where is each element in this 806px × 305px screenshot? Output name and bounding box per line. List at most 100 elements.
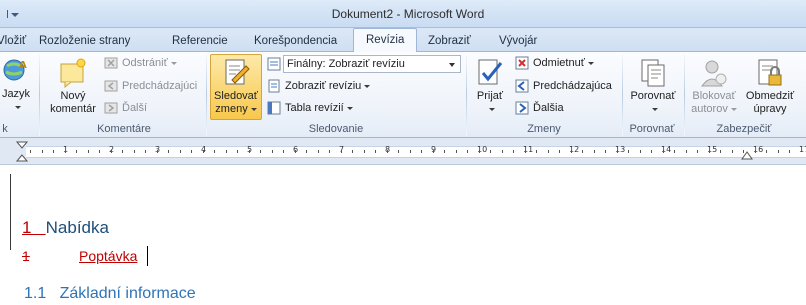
ruler-tick [617,150,618,153]
ruler-tick [237,150,238,153]
chevron-down-icon [364,84,371,88]
previous-comment-icon [104,79,118,93]
ruler-tick [732,150,733,153]
block-authors-button[interactable]: Blokovať autorov [688,58,740,116]
ruler-tick [76,150,77,153]
delete-comment-icon [104,56,118,70]
ruler-tick [272,150,273,153]
reviewing-pane-button[interactable]: Tabla revízií [267,101,353,115]
ruler-tick [122,150,123,153]
previous-change-button[interactable]: Predchádzajúca [515,79,612,93]
inserted-text[interactable]: Poptávka [79,248,137,264]
indent-marker-icon[interactable] [16,141,28,163]
ruler-tick [778,150,779,153]
tab-references[interactable]: Referencie [172,32,228,52]
chevron-down-icon [14,105,21,109]
ruler-tick [295,150,296,153]
horizontal-ruler[interactable]: 11234567891011121314151617 [0,138,806,165]
reject-icon [515,56,529,70]
ruler-tick [226,150,227,153]
ruler-tick [548,150,549,153]
ruler-tick [99,150,100,153]
ruler-strip [26,146,806,158]
reject-button[interactable]: Odmietnuť [515,56,594,70]
language-button[interactable]: A Jazyk [0,56,32,114]
ruler-tick [479,150,480,153]
next-change-icon [515,101,529,115]
previous-comment-button[interactable]: Predchádzajúci [104,79,197,93]
ruler-tick [456,150,457,153]
window-title: Dokument2 - Microsoft Word [331,7,485,21]
new-comment-icon [59,58,87,89]
heading-1-text: Nabídka [45,218,109,237]
tab-review[interactable]: Revízia [353,28,418,53]
ruler-tick [375,150,376,153]
group-label-compare: Porovnať [629,123,675,135]
ruler-tick [640,150,641,153]
new-comment-button[interactable]: Nový komentár [45,58,101,116]
show-markup-icon [267,79,281,93]
ruler-tick [686,150,687,153]
track-changes-button[interactable]: Sledovať zmeny [210,54,262,120]
ruler-tick [743,150,744,153]
group-label-tracking: Sledovanie [308,123,364,135]
ruler-tick [697,150,698,153]
ruler-tick [709,150,710,153]
ruler-tick [755,150,756,153]
ruler-tick [364,150,365,153]
chevron-down-icon [651,107,658,111]
ruler-tick [191,150,192,153]
tab-view[interactable]: Zobraziť [428,32,471,52]
chevron-down-icon [250,107,257,111]
ruler-tick [513,150,514,153]
ruler-tick [157,150,158,153]
ruler-tick [720,150,721,153]
group-separator [622,54,623,136]
ruler-number: 17 [799,145,806,154]
change-bar [10,174,11,250]
group-label-comments: Komentáre [97,123,151,135]
next-comment-button[interactable]: Ďalší [104,101,147,115]
ruler-tick [260,150,261,153]
tab-mailings[interactable]: Korešpondencia [254,32,337,52]
ruler-tick [341,150,342,153]
language-icon: A [2,56,30,86]
ruler-tick [387,150,388,153]
ruler-tick [444,150,445,153]
ruler-tick [398,150,399,153]
tab-developer[interactable]: Vývojár [499,32,537,52]
block-authors-icon [700,58,728,88]
ruler-tick [594,150,595,153]
tab-insert[interactable]: Vložiť [0,32,26,52]
track-changes-icon [222,58,250,88]
ruler-tick [168,150,169,153]
ruler-tick [111,150,112,153]
ribbon-tab-row: Vložiť Rozloženie strany Referencie Kore… [0,28,806,53]
restrict-editing-button[interactable]: Obmedziť úpravy [742,58,798,116]
heading-2[interactable]: 1.1 Základní informace [24,285,196,303]
show-markup-button[interactable]: Zobraziť revíziu [267,79,371,93]
ruler-tick [651,150,652,153]
display-for-review-select[interactable]: Finálny: Zobraziť revíziu [283,55,461,73]
tab-page-layout[interactable]: Rozloženie strany [39,32,130,52]
svg-text:A: A [19,60,27,71]
chevron-down-icon [730,107,737,111]
next-change-button[interactable]: Ďalšia [515,101,564,115]
ruler-tick [571,150,572,153]
ruler-tick [525,150,526,153]
ruler-tick [306,150,307,153]
title-bar: Dokument2 - Microsoft Word [0,0,806,28]
compare-button[interactable]: Porovnať [626,58,680,116]
ruler-tick [559,150,560,153]
restrict-editing-icon [756,58,784,88]
accept-icon [476,58,504,88]
group-label-changes: Zmeny [527,123,561,135]
heading-1[interactable]: 1 Nabídka [22,218,109,238]
ruler-tick [433,150,434,153]
accept-button[interactable]: Prijať [470,58,510,116]
group-label-protect: Zabezpečiť [716,123,772,135]
delete-comment-button[interactable]: Odstrániť [104,56,177,70]
chevron-down-icon [170,61,177,65]
document-area[interactable]: 1 Nabídka 1 Poptávka 1.1 Základní inform… [0,166,806,305]
ruler-tick [467,150,468,153]
